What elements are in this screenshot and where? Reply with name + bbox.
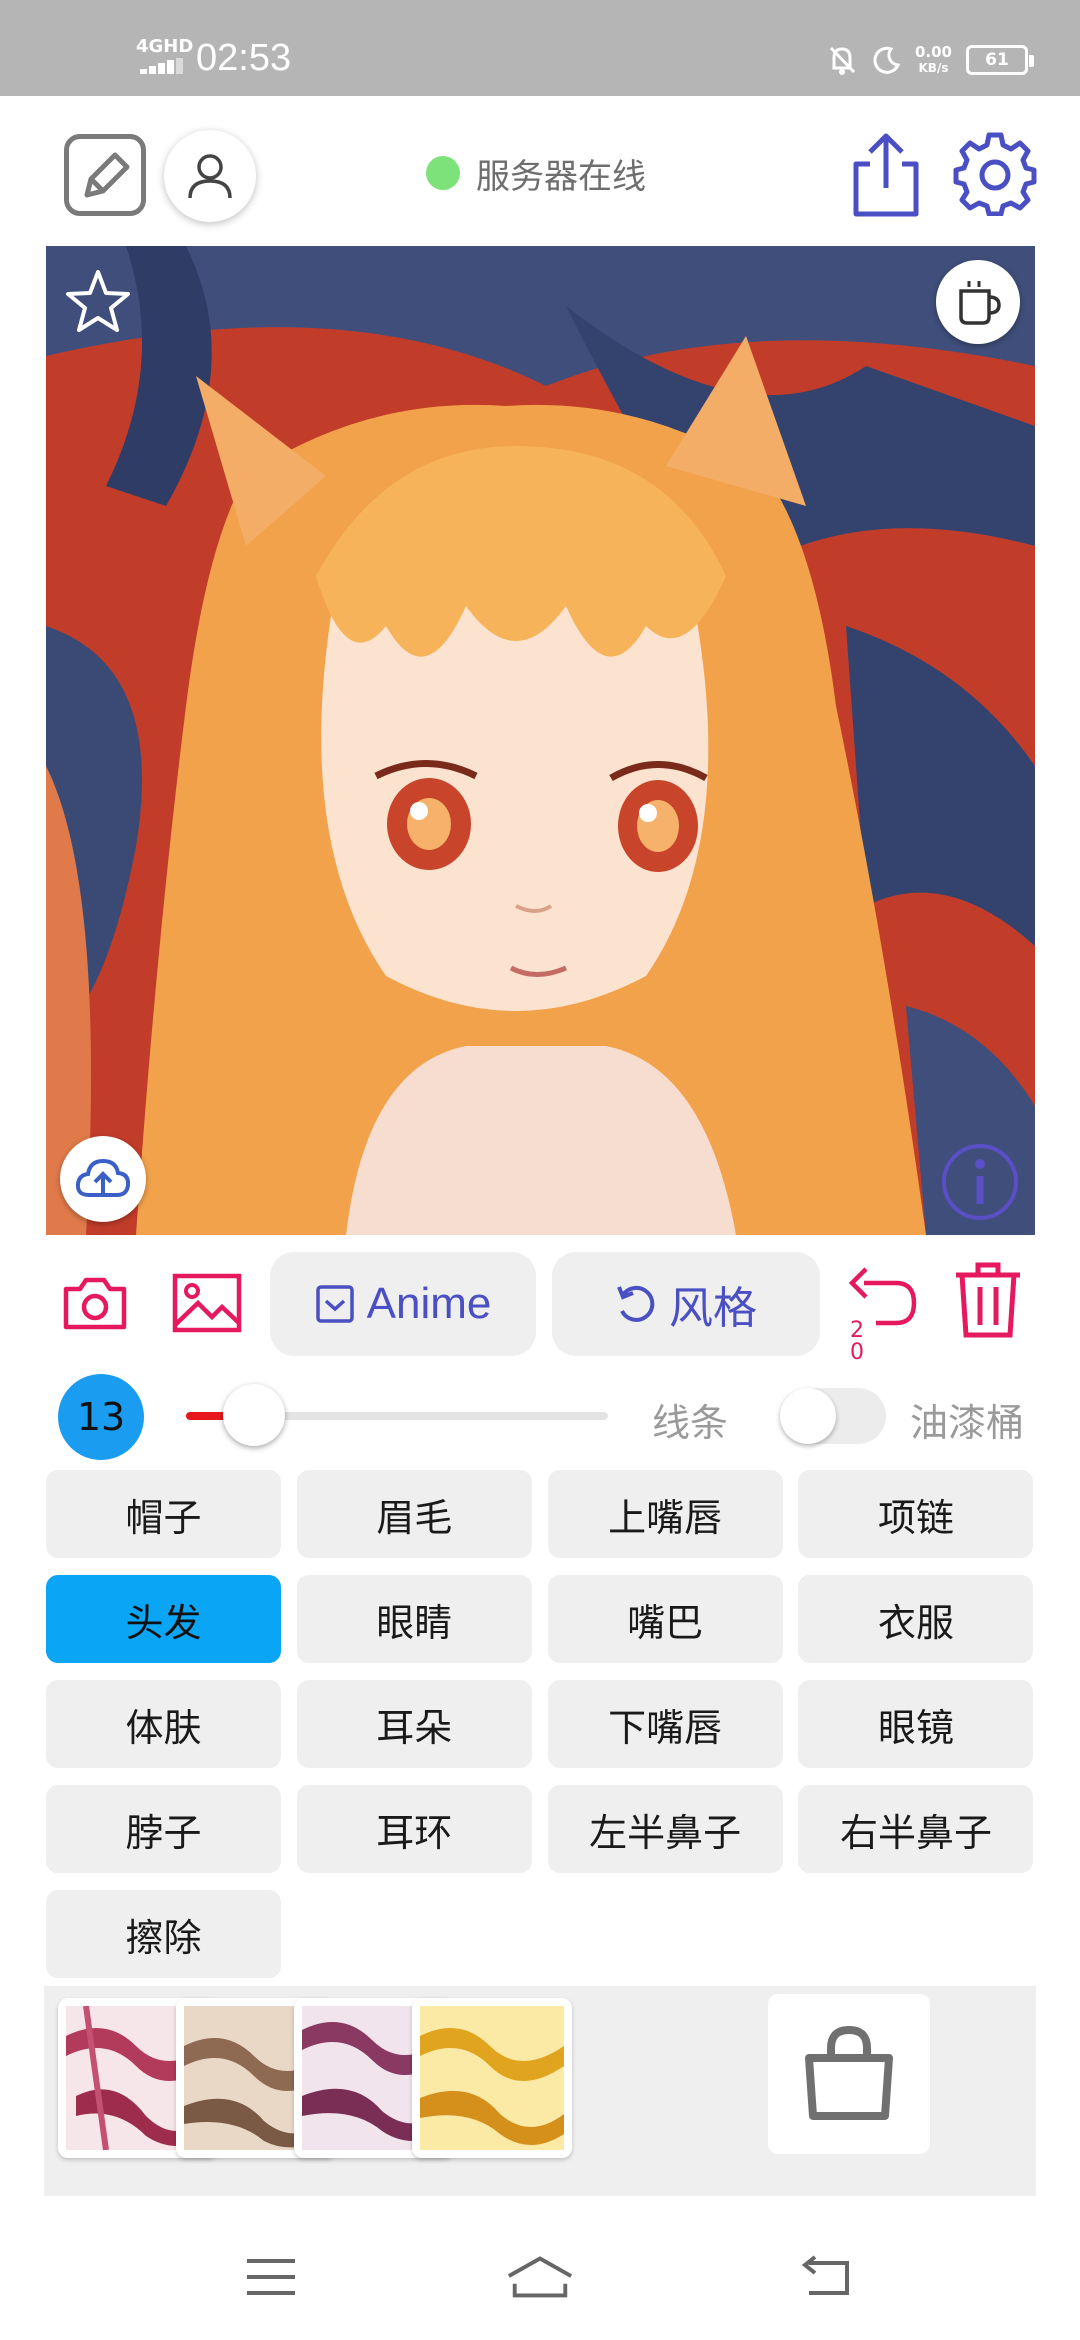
star-icon[interactable] <box>64 268 132 336</box>
style-button[interactable]: 风格 <box>552 1252 820 1356</box>
material-strip <box>44 1986 1036 2196</box>
part-button[interactable]: 耳环 <box>296 1785 532 1873</box>
battery-level: 61 <box>985 50 1009 70</box>
net-speed-value: 0.00 <box>914 43 952 61</box>
part-button[interactable]: 脖子 <box>46 1785 281 1873</box>
part-button[interactable]: 眼镜 <box>798 1680 1034 1768</box>
part-button[interactable]: 帽子 <box>46 1470 281 1558</box>
server-status-text: 服务器在线 <box>476 156 646 197</box>
part-button[interactable]: 眉毛 <box>296 1470 532 1558</box>
part-button[interactable]: 右半鼻子 <box>798 1785 1034 1873</box>
home-icon[interactable] <box>505 2242 575 2312</box>
coffee-cup-icon[interactable] <box>936 260 1020 344</box>
status-icons: 0.00 KB/s 61 <box>827 38 1034 82</box>
anime-style-button[interactable]: Anime <box>270 1252 536 1356</box>
part-button[interactable]: 体肤 <box>46 1680 281 1768</box>
action-toolbar: Anime 风格 2 0 <box>0 1250 1080 1364</box>
network-type: 4GHD <box>136 36 194 57</box>
part-button[interactable]: 衣服 <box>798 1575 1034 1663</box>
style-label: 风格 <box>669 1284 757 1333</box>
part-button[interactable]: 下嘴唇 <box>547 1680 783 1768</box>
notifications-off-icon <box>829 46 856 75</box>
battery-icon: 61 <box>966 45 1034 75</box>
part-button[interactable]: 嘴巴 <box>547 1575 783 1663</box>
part-button[interactable]: 项链 <box>798 1470 1034 1558</box>
part-button[interactable]: 上嘴唇 <box>547 1470 783 1558</box>
part-button[interactable]: 擦除 <box>46 1890 281 1978</box>
brush-size-slider[interactable] <box>186 1384 608 1446</box>
moon-icon <box>873 46 901 74</box>
paint-bucket-label: 油漆桶 <box>910 1401 1025 1445</box>
brush-size-badge: 13 <box>58 1374 144 1460</box>
toggle-knob <box>780 1388 836 1444</box>
net-speed-unit: KB/s <box>918 61 949 75</box>
part-button[interactable]: 左半鼻子 <box>547 1785 783 1873</box>
system-nav-bar <box>0 2214 1080 2340</box>
info-icon[interactable] <box>940 1142 1020 1222</box>
part-button[interactable]: 眼睛 <box>296 1575 532 1663</box>
shopping-bag-icon[interactable] <box>768 1994 930 2154</box>
part-button[interactable]: 头发 <box>46 1575 281 1663</box>
material-swatch[interactable] <box>412 1998 572 2158</box>
slider-thumb[interactable] <box>222 1384 285 1446</box>
camera-icon[interactable] <box>60 1268 130 1338</box>
image-icon[interactable] <box>172 1268 242 1338</box>
server-status: 服务器在线 <box>426 150 646 197</box>
anime-portrait <box>46 246 1035 1235</box>
user-icon[interactable] <box>164 130 256 222</box>
status-dot <box>426 156 460 190</box>
checkbox-icon <box>315 1285 354 1323</box>
brush-controls: 13 线条 油漆桶 <box>0 1370 1080 1460</box>
net-speed: 0.00 KB/s <box>915 44 952 76</box>
anime-label: Anime <box>366 1279 492 1328</box>
line-label: 线条 <box>652 1401 729 1445</box>
signal-icon <box>140 58 184 74</box>
menu-icon[interactable] <box>236 2242 306 2312</box>
trash-icon[interactable] <box>950 1260 1026 1340</box>
app-header: 服务器在线 <box>0 96 1080 244</box>
undo-count: 2 0 <box>850 1318 864 1365</box>
part-button[interactable]: 耳朵 <box>296 1680 532 1768</box>
cloud-upload-icon[interactable] <box>60 1136 146 1222</box>
status-bar: 4GHD 02:53 0.00 KB/s 61 <box>0 0 1080 96</box>
gear-icon[interactable] <box>952 130 1038 217</box>
generated-image[interactable] <box>46 246 1035 1235</box>
clock: 02:53 <box>196 37 292 79</box>
segment-parts-grid: 帽子 眉毛 上嘴唇 项链头发 眼睛 嘴巴 衣服体肤 耳朵 下嘴唇 眼镜脖子 耳环 左半鼻子 右半鼻子擦除 <box>46 1470 1035 1978</box>
paint-bucket-toggle[interactable] <box>780 1388 886 1444</box>
rotate-icon <box>617 1285 655 1322</box>
edit-square-icon[interactable] <box>64 134 146 216</box>
share-icon[interactable] <box>846 130 926 218</box>
back-icon[interactable] <box>790 2242 860 2312</box>
